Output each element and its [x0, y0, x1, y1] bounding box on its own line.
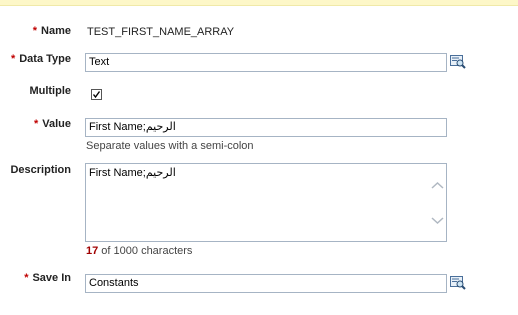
description-textarea[interactable]: First Name;الرحيم	[85, 163, 447, 242]
top-banner-strip	[0, 0, 518, 6]
multiple-label: Multiple	[29, 85, 71, 97]
required-marker: *	[33, 118, 39, 130]
save-in-field[interactable]: Constants	[85, 274, 447, 293]
multiple-checkbox[interactable]	[91, 89, 102, 100]
character-count-suffix: of 1000 characters	[98, 245, 193, 257]
data-type-lookup-icon[interactable]	[450, 55, 466, 69]
value-field[interactable]: First Name;الرحيم	[85, 118, 447, 137]
description-text: First Name;الرحيم	[89, 167, 176, 179]
value-label: * Value	[33, 118, 71, 130]
data-type-label: * Data Type	[10, 53, 71, 65]
textarea-scrollbar[interactable]	[429, 164, 446, 241]
character-count-number: 17	[86, 245, 99, 257]
save-in-lookup-icon[interactable]	[450, 276, 466, 290]
scroll-down-icon[interactable]	[429, 213, 446, 227]
character-count: 17 of 1000 characters	[86, 245, 192, 257]
name-label: * Name	[32, 25, 71, 37]
name-value: TEST_FIRST_NAME_ARRAY	[87, 26, 235, 38]
value-hint: Separate values with a semi-colon	[86, 140, 254, 152]
required-marker: *	[10, 53, 16, 65]
required-marker: *	[32, 25, 38, 37]
description-label: Description	[10, 164, 71, 176]
checkmark-icon	[92, 91, 101, 99]
required-marker: *	[24, 272, 29, 284]
scroll-up-icon[interactable]	[429, 179, 446, 193]
data-type-field[interactable]: Text	[85, 53, 447, 72]
save-in-label: * Save In	[24, 272, 71, 284]
